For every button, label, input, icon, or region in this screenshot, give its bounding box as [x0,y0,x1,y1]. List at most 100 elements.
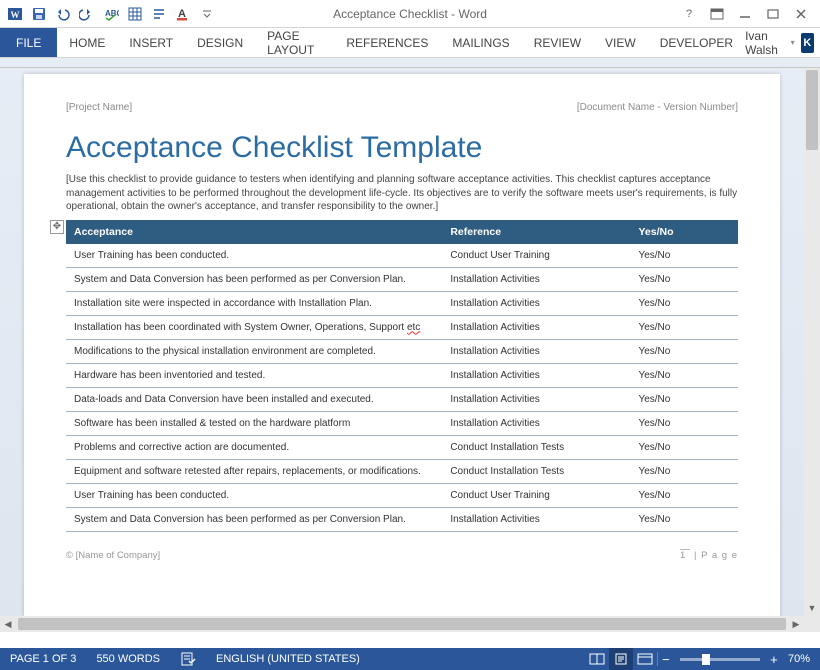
quick-access-toolbar: W ABC A [0,0,218,27]
status-bar: PAGE 1 OF 3 550 WORDS ENGLISH (UNITED ST… [0,648,820,670]
table-row: Software has been installed & tested on … [66,411,738,435]
col-reference: Reference [442,220,630,244]
user-account[interactable]: Ivan Walsh ▾ K [745,28,820,57]
cell-reference: Installation Activities [442,339,630,363]
document-page[interactable]: [Project Name] [Document Name - Version … [24,74,780,616]
zoom-out-button[interactable]: − [658,652,674,667]
document-viewport[interactable]: [Project Name] [Document Name - Version … [0,68,804,616]
font-color-icon[interactable]: A [172,3,194,25]
tab-insert[interactable]: INSERT [117,28,185,57]
qat-customize-icon[interactable] [196,3,218,25]
cell-reference: Installation Activities [442,291,630,315]
ribbon-tabs: FILE HOME INSERT DESIGN PAGE LAYOUT REFE… [0,28,820,58]
ribbon-display-icon[interactable] [704,4,730,24]
cell-acceptance: User Training has been conducted. [66,483,442,507]
window-controls: ? [676,0,820,27]
header-right: [Document Name - Version Number] [577,102,738,113]
tab-view[interactable]: VIEW [593,28,648,57]
cell-reference: Installation Activities [442,315,630,339]
scroll-corner [804,616,820,632]
cell-yesno: Yes/No [630,315,738,339]
tab-page-layout[interactable]: PAGE LAYOUT [255,28,334,57]
table-row: User Training has been conducted.Conduct… [66,483,738,507]
scroll-thumb-vertical[interactable] [806,70,818,150]
cell-reference: Conduct Installation Tests [442,459,630,483]
cell-reference: Conduct Installation Tests [442,435,630,459]
tab-review[interactable]: REVIEW [522,28,593,57]
document-title: Acceptance Checklist Template [66,131,738,165]
tab-design[interactable]: DESIGN [185,28,255,57]
page-header: [Project Name] [Document Name - Version … [66,102,738,113]
cell-reference: Installation Activities [442,387,630,411]
page-footer: © [Name of Company] 1 | P a g e [66,546,738,561]
undo-icon[interactable] [52,3,74,25]
spelling-icon[interactable]: ABC [100,3,122,25]
zoom-slider-knob[interactable] [702,654,710,665]
cell-reference: Installation Activities [442,411,630,435]
cell-yesno: Yes/No [630,291,738,315]
horizontal-scrollbar[interactable]: ◀ ▶ [0,616,804,632]
table-move-handle-icon[interactable]: ✥ [50,220,64,234]
maximize-icon[interactable] [760,4,786,24]
file-tab[interactable]: FILE [0,28,57,57]
cell-reference: Installation Activities [442,507,630,531]
table-row: Modifications to the physical installati… [66,339,738,363]
scroll-right-icon[interactable]: ▶ [788,619,804,630]
status-proofing[interactable] [170,648,206,670]
tab-references[interactable]: REFERENCES [334,28,440,57]
scroll-left-icon[interactable]: ◀ [0,619,16,630]
tab-developer[interactable]: DEVELOPER [648,28,745,57]
paragraph-icon[interactable] [148,3,170,25]
scroll-down-icon[interactable]: ▼ [804,600,820,616]
footer-company: © [Name of Company] [66,550,160,561]
table-row: Data-loads and Data Conversion have been… [66,387,738,411]
title-bar: W ABC A Acceptance Checklist - Word ? [0,0,820,28]
view-print-layout-icon[interactable] [609,648,633,670]
table-row: Problems and corrective action are docum… [66,435,738,459]
status-words[interactable]: 550 WORDS [86,648,170,670]
status-language[interactable]: ENGLISH (UNITED STATES) [206,648,370,670]
view-web-layout-icon[interactable] [633,648,657,670]
cell-acceptance: Installation site were inspected in acco… [66,291,442,315]
cell-reference: Installation Activities [442,267,630,291]
table-row: Equipment and software retested after re… [66,459,738,483]
cell-acceptance: Problems and corrective action are docum… [66,435,442,459]
footer-page: 1 | P a g e [680,550,738,561]
cell-reference: Conduct User Training [442,483,630,507]
proofing-icon [180,652,196,666]
view-read-mode-icon[interactable] [585,648,609,670]
scroll-thumb-horizontal[interactable] [18,618,786,630]
tab-mailings[interactable]: MAILINGS [440,28,521,57]
zoom-level[interactable]: 70% [782,648,820,670]
cell-acceptance: Modifications to the physical installati… [66,339,442,363]
zoom-in-button[interactable]: + [766,652,782,667]
cell-acceptance: Data-loads and Data Conversion have been… [66,387,442,411]
user-name: Ivan Walsh [745,29,785,57]
save-icon[interactable] [28,3,50,25]
help-icon[interactable]: ? [676,4,702,24]
table-row: Installation site were inspected in acco… [66,291,738,315]
cell-yesno: Yes/No [630,267,738,291]
vertical-scrollbar[interactable]: ▲ ▼ [804,68,820,616]
close-icon[interactable] [788,4,814,24]
redo-icon[interactable] [76,3,98,25]
tab-home[interactable]: HOME [57,28,117,57]
cell-acceptance: System and Data Conversion has been perf… [66,267,442,291]
status-page[interactable]: PAGE 1 OF 3 [0,648,86,670]
cell-reference: Installation Activities [442,363,630,387]
word-app-icon[interactable]: W [4,3,26,25]
cell-acceptance: Software has been installed & tested on … [66,411,442,435]
table-header-row: Acceptance Reference Yes/No [66,220,738,244]
col-acceptance: Acceptance [66,220,442,244]
table-row: Installation has been coordinated with S… [66,315,738,339]
document-intro: [Use this checklist to provide guidance … [66,173,738,214]
zoom-slider[interactable] [680,658,760,661]
cell-acceptance: User Training has been conducted. [66,244,442,268]
svg-text:W: W [11,10,20,20]
cell-yesno: Yes/No [630,507,738,531]
user-badge: K [801,33,814,53]
table-icon[interactable] [124,3,146,25]
minimize-icon[interactable] [732,4,758,24]
cell-acceptance: Equipment and software retested after re… [66,459,442,483]
cell-acceptance: Hardware has been inventoried and tested… [66,363,442,387]
